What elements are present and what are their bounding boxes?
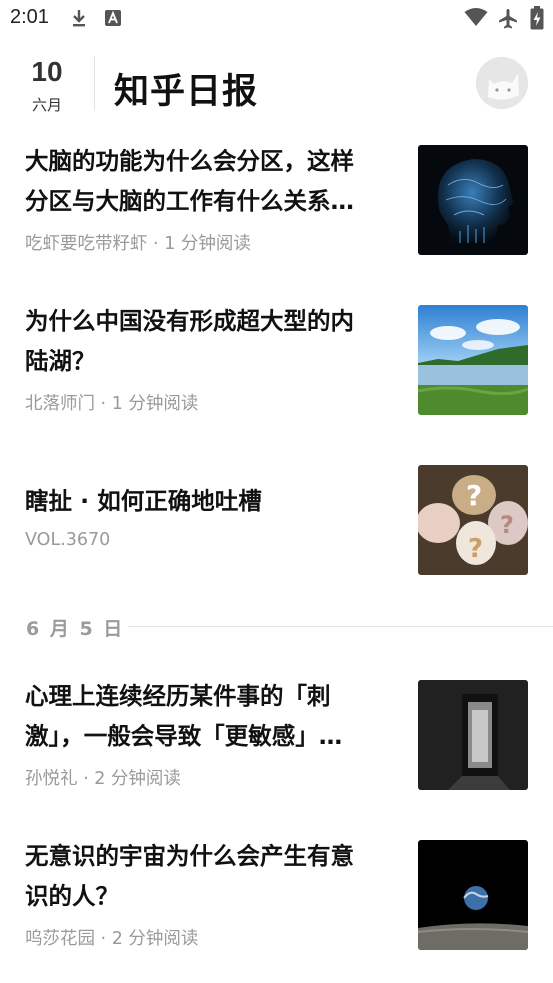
avatar[interactable] <box>476 57 528 109</box>
svg-text:?: ? <box>500 511 514 539</box>
story-title-line-2: 激」，一般会导致「更敏感」… <box>25 722 343 750</box>
app-title: 知乎日报 <box>114 72 259 112</box>
story-hint: VOL.3670 <box>25 530 111 550</box>
story-title-line-1: 大脑的功能为什么会分区，这样 <box>25 147 354 175</box>
svg-text:?: ? <box>466 479 482 512</box>
lake-image <box>418 305 528 415</box>
brain-image <box>418 145 528 255</box>
svg-text:?: ? <box>468 534 483 564</box>
story-hint: 呜莎花园 · 2 分钟阅读 <box>25 929 199 949</box>
app-header: 10 六月 知乎日报 <box>0 50 553 122</box>
question-marks-image: ? ? ? <box>418 465 528 575</box>
story-item[interactable]: 瞎扯 · 如何正确地吐槽 VOL.3670 ? ? ? <box>0 465 553 577</box>
story-item[interactable]: 为什么中国没有形成超大型的内 陆湖？ 北落师门 · 1 分钟阅读 <box>0 305 553 417</box>
story-item[interactable]: 心理上连续经历某件事的「刺 激」，一般会导致「更敏感」… 孙悦礼 · 2 分钟阅… <box>0 680 553 792</box>
app-a-icon <box>104 8 122 32</box>
airplane-icon <box>497 8 519 34</box>
section-date-label: 6 月 5 日 <box>26 618 125 640</box>
date-day: 10 <box>31 56 63 87</box>
story-hint: 孙悦礼 · 2 分钟阅读 <box>25 769 181 789</box>
date-month: 六月 <box>31 96 62 114</box>
battery-charging-icon <box>530 6 544 34</box>
default-avatar-icon <box>476 57 528 109</box>
story-title-line-2: 分区与大脑的工作有什么关系… <box>25 187 354 215</box>
status-bar: 2:01 <box>0 0 553 38</box>
story-title-line-1: 为什么中国没有形成超大型的内 <box>25 307 354 335</box>
earthrise-image <box>418 840 528 950</box>
story-hint: 吃虾要吃带籽虾 · 1 分钟阅读 <box>25 234 251 254</box>
story-item[interactable]: 无意识的宇宙为什么会产生有意 识的人？ 呜莎花园 · 2 分钟阅读 <box>0 840 553 952</box>
story-title-line-1: 无意识的宇宙为什么会产生有意 <box>25 842 354 870</box>
section-divider <box>128 626 553 627</box>
story-title-line-1: 瞎扯 · 如何正确地吐槽 <box>25 487 262 515</box>
download-icon <box>70 8 88 32</box>
header-divider <box>94 56 95 111</box>
status-time: 2:01 <box>10 6 49 28</box>
wifi-icon <box>464 7 488 31</box>
story-title-line-2: 识的人？ <box>25 882 119 910</box>
story-title-line-2: 陆湖？ <box>25 347 96 375</box>
story-item[interactable]: 大脑的功能为什么会分区，这样 分区与大脑的工作有什么关系… 吃虾要吃带籽虾 · … <box>0 145 553 257</box>
story-title-line-1: 心理上连续经历某件事的「刺 <box>25 682 331 710</box>
doorway-image <box>418 680 528 790</box>
story-hint: 北落师门 · 1 分钟阅读 <box>25 394 199 414</box>
